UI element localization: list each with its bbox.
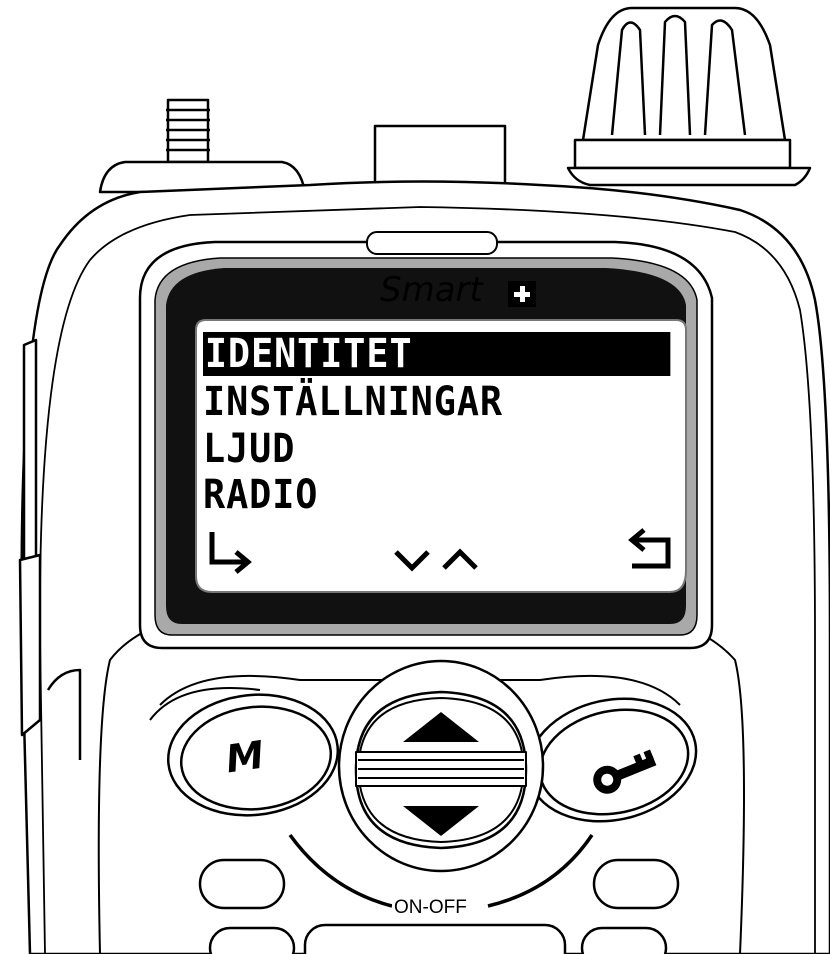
menu-item-installningar[interactable]: INSTÄLLNINGAR [203, 380, 503, 424]
radio-device: Smart IDENTITET INSTÄLLNINGAR LJUD RADIO… [0, 0, 830, 954]
side-ptt-button[interactable] [22, 338, 38, 582]
antenna [98, 98, 307, 194]
menu-item-identitet[interactable]: IDENTITET [203, 332, 671, 376]
power-label: ON-OFF [392, 897, 469, 919]
volume-knob[interactable] [566, 6, 812, 187]
keypad-key-3[interactable] [580, 926, 668, 954]
brand-name: Smart [380, 270, 483, 310]
device-drawing [18, 6, 830, 954]
keypad-key-2[interactable] [303, 923, 567, 954]
menu-item-radio[interactable]: RADIO [203, 473, 318, 517]
plus-icon [508, 281, 536, 307]
speaker-slot [366, 231, 498, 255]
side-key-left[interactable] [198, 858, 286, 910]
menu-item-ljud[interactable]: LJUD [203, 427, 295, 471]
m-button-label: M [223, 732, 267, 782]
side-key-right[interactable] [592, 858, 680, 910]
keypad-key-1[interactable] [208, 926, 296, 954]
